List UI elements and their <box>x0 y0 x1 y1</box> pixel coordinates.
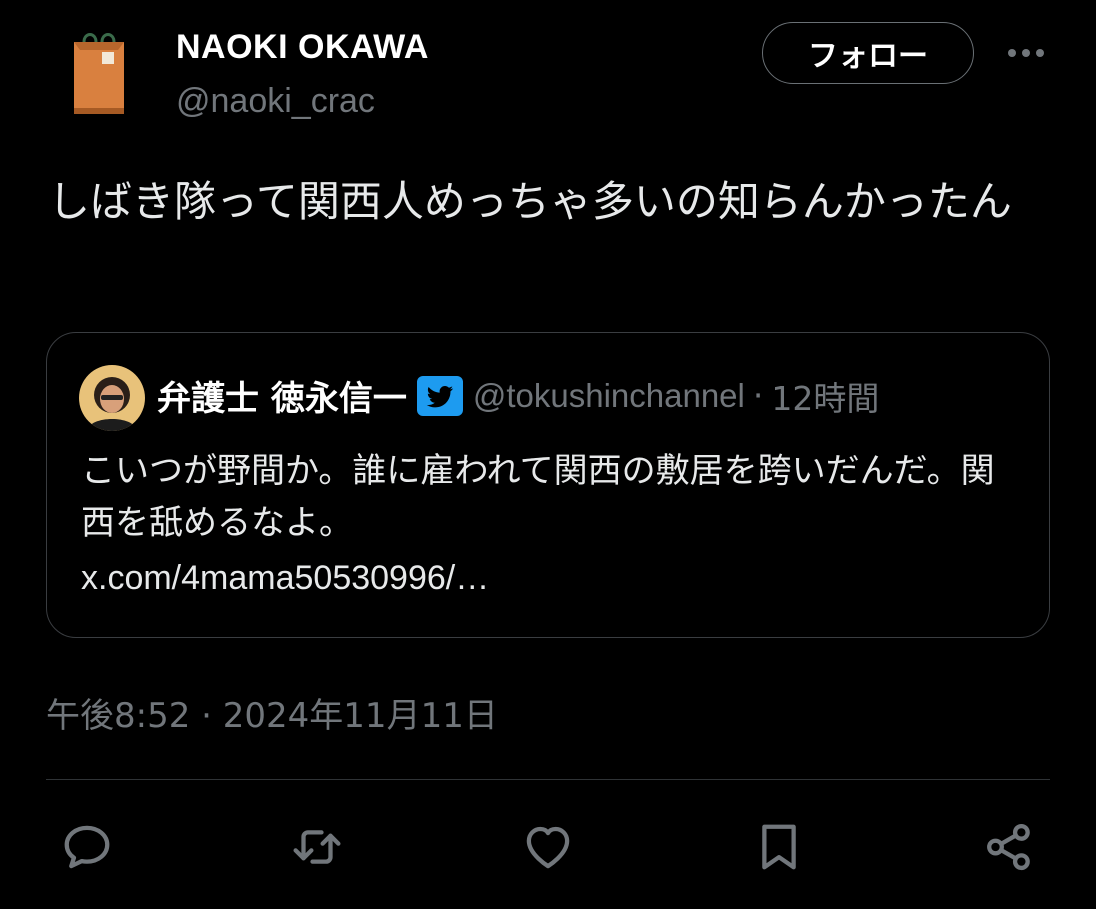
author-avatar[interactable] <box>62 28 138 124</box>
separator-dot: · <box>752 376 764 415</box>
retweet-button[interactable] <box>288 818 346 876</box>
quoted-text: こいつが野間か。誰に雇われて関西の敷居を跨いだんだ。関西を舐めるなよ。 <box>81 451 995 543</box>
more-options-icon[interactable] <box>1000 38 1052 68</box>
author-handle[interactable]: @naoki_crac <box>176 82 375 121</box>
more-dot <box>1008 49 1016 57</box>
quoted-link[interactable]: x.com/4mama50530996/… <box>81 559 489 598</box>
quoted-author-handle[interactable]: @tokushinchannel <box>473 377 745 415</box>
tweet-text: しばき隊って関西人めっちゃ多いの知らんかったん <box>48 177 1012 226</box>
tweet-timestamp[interactable]: 午後8:52 · 2024年11月11日 <box>46 688 498 737</box>
follow-button[interactable]: フォロー <box>762 22 974 84</box>
reply-button[interactable] <box>58 818 116 876</box>
share-icon <box>987 823 1030 871</box>
portrait-icon <box>79 365 145 431</box>
reply-icon <box>64 825 110 869</box>
quoted-header: 弁護士 徳永信一 @tokushinchannel · 12時間 <box>157 371 879 420</box>
like-button[interactable] <box>519 818 577 876</box>
share-button[interactable] <box>980 818 1038 876</box>
quoted-author-avatar <box>79 365 145 431</box>
more-dot <box>1022 49 1030 57</box>
quoted-author-name[interactable]: 弁護士 徳永信一 <box>157 371 407 420</box>
twitter-bird-verified-icon <box>416 375 463 416</box>
paper-bag-icon <box>74 33 124 114</box>
bookmark-icon <box>762 824 796 870</box>
heart-icon <box>526 826 570 869</box>
quoted-time[interactable]: 12時間 <box>771 372 879 420</box>
more-dot <box>1036 49 1044 57</box>
author-name[interactable]: NAOKI OKAWA <box>176 28 429 67</box>
divider <box>46 779 1050 780</box>
quoted-tweet-card[interactable]: 弁護士 徳永信一 @tokushinchannel · 12時間 こいつが野間か… <box>46 332 1050 638</box>
retweet-icon <box>293 830 341 864</box>
bookmark-button[interactable] <box>750 818 808 876</box>
